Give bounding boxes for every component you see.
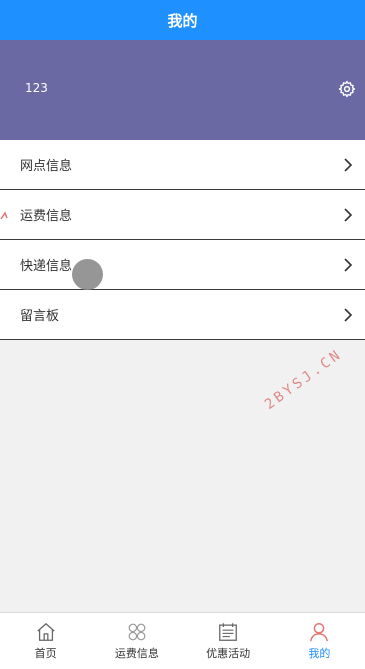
chevron-right-icon (344, 258, 353, 272)
chevron-right-icon (344, 158, 353, 172)
page-title: 我的 (167, 11, 198, 30)
tab-label: 运费信息 (114, 647, 159, 660)
home-icon (36, 623, 55, 641)
gear-icon[interactable] (338, 80, 356, 98)
menu-item-freight-info[interactable]: 运费信息 (0, 190, 365, 240)
tab-label: 我的 (308, 647, 331, 660)
tab-home[interactable]: 首页 (0, 613, 91, 669)
menu-item-label: 快递信息 (20, 259, 73, 274)
menu-item-label: 留言板 (20, 309, 60, 324)
tab-promotions[interactable]: 优惠活动 (183, 613, 274, 669)
tab-label: 优惠活动 (206, 647, 251, 660)
title-bar: 我的 (0, 0, 365, 40)
menu-item-outlet-info[interactable]: 网点信息 (0, 140, 365, 190)
edge-arrow-icon (0, 211, 8, 220)
touch-indicator (72, 259, 103, 290)
tab-mine[interactable]: 我的 (274, 613, 365, 669)
bottom-tab-bar: 首页 运费信息 优惠活动 我的 (0, 612, 365, 669)
tab-label: 首页 (34, 647, 57, 660)
watermark: 2BYSJ.CN (262, 346, 346, 413)
menu-item-label: 运费信息 (20, 209, 73, 224)
menu-item-message-board[interactable]: 留言板 (0, 290, 365, 340)
chevron-right-icon (344, 208, 353, 222)
chevron-right-icon (344, 308, 353, 322)
username: 123 (25, 81, 48, 95)
grid-icon (128, 623, 146, 641)
menu-list: 网点信息 运费信息 快递信息 留言板 (0, 140, 365, 340)
menu-item-label: 网点信息 (20, 159, 73, 174)
profile-header: 123 (0, 40, 365, 140)
menu-item-express-info[interactable]: 快递信息 (0, 240, 365, 290)
calendar-icon (219, 623, 238, 641)
app-root: 我的 123 网点信息 运费信息 快递信息 留言板 2BYSJ.CN 首页 运费… (0, 0, 365, 669)
tab-freight-info[interactable]: 运费信息 (91, 613, 182, 669)
user-icon (310, 623, 329, 642)
